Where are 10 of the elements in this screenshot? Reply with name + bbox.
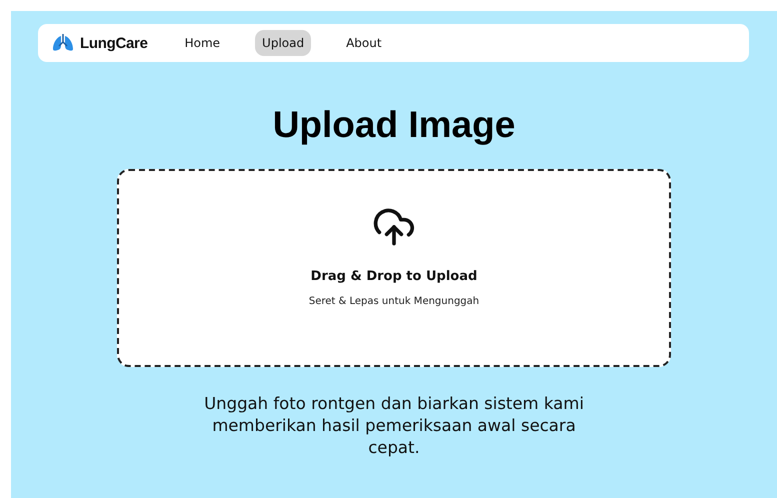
lungs-icon xyxy=(52,34,74,52)
nav-link[interactable]: About xyxy=(339,30,389,56)
nav-link[interactable]: Upload xyxy=(255,30,312,56)
dropzone-subheading: Seret & Lepas untuk Mengunggah xyxy=(308,296,480,307)
brand-name[interactable]: LungCare xyxy=(80,34,148,52)
dropzone-heading: Drag & Drop to Upload xyxy=(310,269,478,284)
dropzone[interactable]: Drag & Drop to Upload Seret & Lepas untuk Mengunggah xyxy=(117,169,671,367)
page-title: Upload Image xyxy=(272,104,516,146)
description: Unggah foto rontgen dan biarkan sistem kami memberikan hasil pemeriksaan awal secara cepat. xyxy=(204,393,584,459)
nav-link[interactable]: Home xyxy=(178,30,228,56)
